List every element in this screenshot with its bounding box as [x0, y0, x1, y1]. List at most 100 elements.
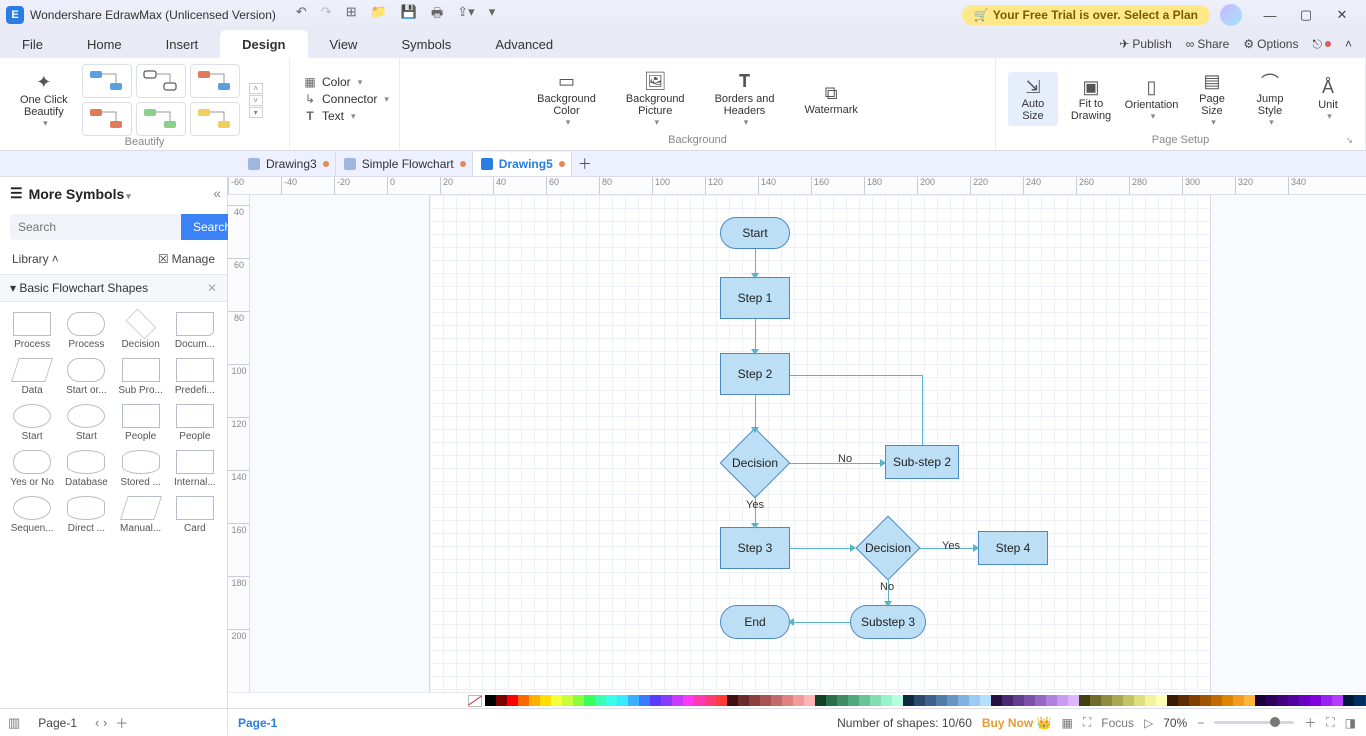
page[interactable]: Start Step 1 Step 2 Decision Sub-step 2 … — [430, 195, 1210, 692]
background-picture-button[interactable]: 🖼Background Picture — [618, 67, 693, 132]
print-icon[interactable]: 🖶 — [431, 4, 443, 26]
color-swatch[interactable] — [1101, 695, 1112, 706]
play-icon[interactable]: ▷ — [1144, 716, 1153, 730]
flow-step4[interactable]: Step 4 — [978, 531, 1048, 565]
shape-stencil[interactable]: People — [169, 402, 221, 444]
flow-substep3[interactable]: Substep 3 — [850, 605, 926, 639]
pagesetup-launcher-icon[interactable]: ↘ — [1345, 135, 1353, 146]
color-swatch[interactable] — [980, 695, 991, 706]
color-swatch[interactable] — [947, 695, 958, 706]
color-swatch[interactable] — [837, 695, 848, 706]
close-category-icon[interactable]: ✕ — [207, 281, 217, 295]
color-swatch[interactable] — [1266, 695, 1277, 706]
color-swatch[interactable] — [496, 695, 507, 706]
color-swatch[interactable] — [639, 695, 650, 706]
color-swatch[interactable] — [1068, 695, 1079, 706]
color-swatch[interactable] — [925, 695, 936, 706]
color-swatch[interactable] — [903, 695, 914, 706]
shape-stencil[interactable]: Process — [6, 310, 58, 352]
canvas[interactable]: Start Step 1 Step 2 Decision Sub-step 2 … — [250, 195, 1366, 692]
color-swatch[interactable] — [1343, 695, 1354, 706]
color-swatch[interactable] — [991, 695, 1002, 706]
shape-stencil[interactable]: Manual... — [115, 494, 167, 536]
color-swatch[interactable] — [1024, 695, 1035, 706]
color-swatch[interactable] — [529, 695, 540, 706]
document-tab[interactable]: Drawing3 — [240, 152, 336, 176]
shape-stencil[interactable]: Yes or No — [6, 448, 58, 490]
redo-icon[interactable]: ↷ — [321, 4, 332, 26]
one-click-beautify-button[interactable]: ✦One Click Beautify — [12, 68, 76, 133]
color-swatch[interactable] — [859, 695, 870, 706]
color-swatch[interactable] — [650, 695, 661, 706]
minimize-icon[interactable]: — — [1252, 0, 1288, 30]
color-swatch[interactable] — [485, 695, 496, 706]
color-swatch[interactable] — [815, 695, 826, 706]
color-swatch[interactable] — [716, 695, 727, 706]
fit-to-drawing-button[interactable]: ▣Fit to Drawing — [1066, 72, 1116, 126]
color-swatch[interactable] — [1134, 695, 1145, 706]
color-swatch[interactable] — [1321, 695, 1332, 706]
shape-category-header[interactable]: ▾ Basic Flowchart Shapes ✕ — [0, 274, 227, 302]
focus-button[interactable]: Focus — [1101, 716, 1134, 730]
color-swatch[interactable] — [1299, 695, 1310, 706]
shape-stencil[interactable]: People — [115, 402, 167, 444]
panel-toggle-icon[interactable]: ◨ — [1345, 716, 1356, 730]
shape-stencil[interactable]: Predefi... — [169, 356, 221, 398]
color-swatch[interactable] — [1200, 695, 1211, 706]
color-swatch[interactable] — [881, 695, 892, 706]
gallery-down-icon[interactable]: ˅ — [249, 95, 263, 106]
color-swatch[interactable] — [606, 695, 617, 706]
flow-step1[interactable]: Step 1 — [720, 277, 790, 319]
page-size-button[interactable]: ▤Page Size — [1187, 67, 1237, 132]
color-swatch[interactable] — [1123, 695, 1134, 706]
color-swatch[interactable] — [892, 695, 903, 706]
maximize-icon[interactable]: ▢ — [1288, 0, 1324, 30]
auto-size-button[interactable]: ⇲Auto Size — [1008, 72, 1058, 126]
shape-stencil[interactable]: Card — [169, 494, 221, 536]
publish-button[interactable]: ✈ Publish — [1119, 37, 1171, 51]
flow-step3[interactable]: Step 3 — [720, 527, 790, 569]
collapse-ribbon-icon[interactable]: ˄ — [1345, 37, 1352, 51]
menu-view[interactable]: View — [308, 30, 380, 58]
color-swatch[interactable] — [1035, 695, 1046, 706]
color-swatch[interactable] — [958, 695, 969, 706]
shape-stencil[interactable]: Docum... — [169, 310, 221, 352]
borders-headers-button[interactable]: 𝐓Borders and Headers — [707, 67, 783, 132]
watermark-button[interactable]: ⧉Watermark — [797, 78, 866, 120]
document-tab[interactable]: Simple Flowchart — [336, 152, 473, 176]
color-swatch[interactable] — [694, 695, 705, 706]
more-symbols-dropdown[interactable]: ☰ More Symbols — [0, 177, 227, 210]
color-swatch[interactable] — [782, 695, 793, 706]
color-swatch[interactable] — [705, 695, 716, 706]
manage-link[interactable]: ☒ Manage — [158, 252, 215, 266]
shape-stencil[interactable]: Database — [60, 448, 112, 490]
gallery-more-icon[interactable]: ▾ — [249, 107, 263, 118]
color-swatch[interactable] — [914, 695, 925, 706]
color-swatch[interactable] — [936, 695, 947, 706]
menu-insert[interactable]: Insert — [144, 30, 221, 58]
color-swatch[interactable] — [1046, 695, 1057, 706]
color-swatch[interactable] — [1145, 695, 1156, 706]
color-swatch[interactable] — [870, 695, 881, 706]
collapse-panel-icon[interactable]: « — [213, 185, 221, 201]
shape-stencil[interactable]: Sub Pro... — [115, 356, 167, 398]
new-icon[interactable]: ⊞ — [346, 4, 357, 26]
color-swatch[interactable] — [1277, 695, 1288, 706]
text-dropdown[interactable]: TText — [302, 109, 389, 123]
flow-decision1[interactable]: Decision — [720, 428, 791, 499]
user-avatar[interactable] — [1220, 4, 1242, 26]
shape-stencil[interactable]: Start — [6, 402, 58, 444]
shape-stencil[interactable]: Start — [60, 402, 112, 444]
color-swatch[interactable] — [1255, 695, 1266, 706]
menu-symbols[interactable]: Symbols — [379, 30, 473, 58]
color-swatch[interactable] — [969, 695, 980, 706]
add-document-tab[interactable]: ＋ — [572, 152, 598, 176]
color-swatch[interactable] — [1156, 695, 1167, 706]
color-swatch[interactable] — [595, 695, 606, 706]
shape-stencil[interactable]: Sequen... — [6, 494, 58, 536]
buy-now-link[interactable]: Buy Now 👑 — [982, 716, 1052, 730]
shape-stencil[interactable]: Process — [60, 310, 112, 352]
symbol-search-input[interactable] — [10, 214, 181, 240]
flow-start[interactable]: Start — [720, 217, 790, 249]
save-icon[interactable]: 💾 — [401, 4, 417, 26]
